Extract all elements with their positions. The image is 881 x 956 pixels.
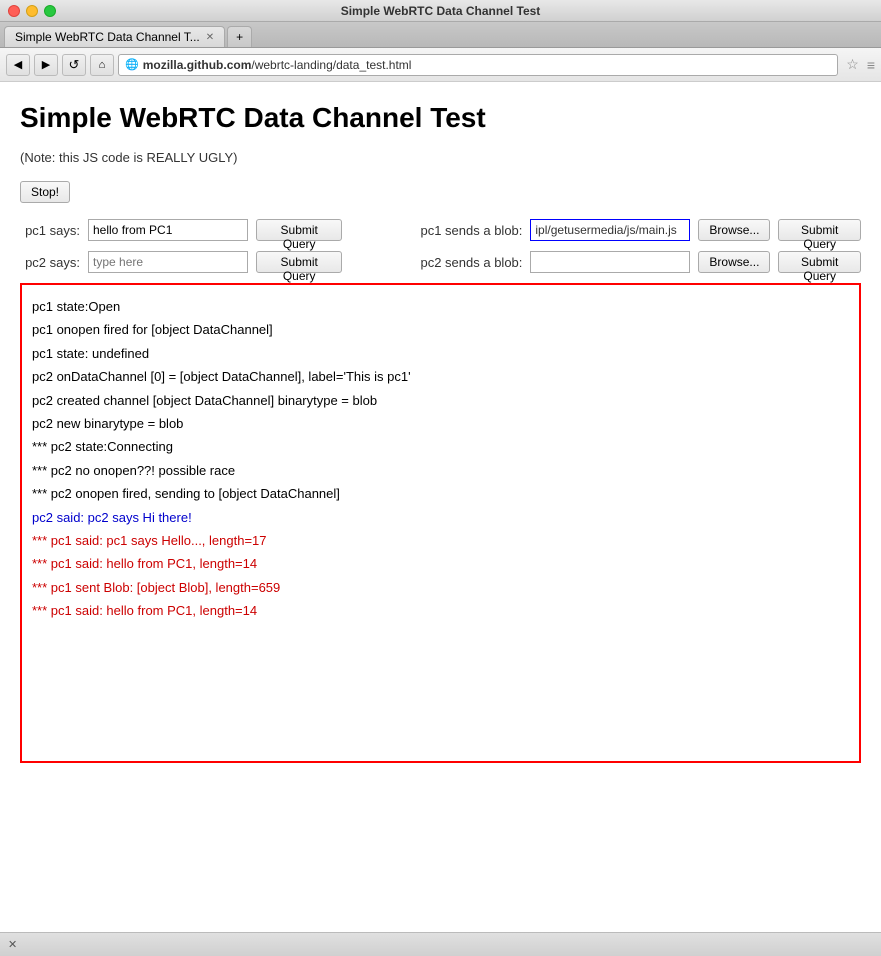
status-icon: ✕: [8, 938, 17, 951]
pc1-blob-group: pc1 sends a blob: Browse... Submit Query: [402, 219, 861, 241]
reload-button[interactable]: ↺: [62, 54, 86, 76]
forward-icon: ▶: [42, 58, 50, 71]
tab-bar: Simple WebRTC Data Channel T... ✕ +: [0, 22, 881, 48]
log-line: *** pc2 state:Connecting: [32, 435, 849, 458]
pc1-blob-submit-button[interactable]: Submit Query: [778, 219, 861, 241]
pc2-blob-browse-button[interactable]: Browse...: [698, 251, 770, 273]
pc1-blob-input[interactable]: [530, 219, 690, 241]
pc1-submit-button[interactable]: Submit Query: [256, 219, 342, 241]
log-line: pc1 state:Open: [32, 295, 849, 318]
log-line: pc2 onDataChannel [0] = [object DataChan…: [32, 365, 849, 388]
address-domain: mozilla.github.com: [143, 58, 252, 72]
new-tab-button[interactable]: +: [227, 26, 252, 47]
tab-close-icon[interactable]: ✕: [206, 32, 214, 43]
window-title: Simple WebRTC Data Channel Test: [341, 4, 541, 18]
pc1-label: pc1 says:: [20, 223, 80, 238]
minimize-button[interactable]: [26, 5, 38, 17]
log-line: *** pc2 no onopen??! possible race: [32, 459, 849, 482]
back-button[interactable]: ◀: [6, 54, 30, 76]
log-line: pc2 said: pc2 says Hi there!: [32, 506, 849, 529]
log-line: pc2 new binarytype = blob: [32, 412, 849, 435]
pc2-label: pc2 says:: [20, 255, 80, 270]
traffic-lights: [8, 5, 56, 17]
address-bar[interactable]: 🌐 mozilla.github.com/webrtc-landing/data…: [118, 54, 838, 76]
title-bar: Simple WebRTC Data Channel Test: [0, 0, 881, 22]
bookmark-icon[interactable]: ☆: [846, 56, 859, 73]
address-path: /webrtc-landing/data_test.html: [251, 58, 411, 72]
pc2-blob-label: pc2 sends a blob:: [402, 255, 522, 270]
status-bar: ✕: [0, 932, 881, 956]
stop-button[interactable]: Stop!: [20, 181, 70, 203]
log-line: *** pc1 said: hello from PC1, length=14: [32, 599, 849, 622]
page-icon: 🌐: [125, 58, 139, 71]
maximize-button[interactable]: [44, 5, 56, 17]
log-line: pc2 created channel [object DataChannel]…: [32, 389, 849, 412]
log-area: pc1 state:Openpc1 onopen fired for [obje…: [20, 283, 861, 763]
address-url: mozilla.github.com/webrtc-landing/data_t…: [143, 58, 412, 72]
page-title: Simple WebRTC Data Channel Test: [20, 102, 861, 134]
log-line: *** pc2 onopen fired, sending to [object…: [32, 482, 849, 505]
home-button[interactable]: ⌂: [90, 54, 114, 76]
pc1-says-group: pc1 says: Submit Query: [20, 219, 342, 241]
active-tab[interactable]: Simple WebRTC Data Channel T... ✕: [4, 26, 225, 47]
tab-label: Simple WebRTC Data Channel T...: [15, 30, 200, 44]
pc2-blob-input[interactable]: [530, 251, 690, 273]
page-content: Simple WebRTC Data Channel Test (Note: t…: [0, 82, 881, 932]
back-icon: ◀: [14, 58, 22, 71]
log-line: pc1 state: undefined: [32, 342, 849, 365]
reload-icon: ↺: [69, 57, 80, 73]
log-line: pc1 onopen fired for [object DataChannel…: [32, 318, 849, 341]
pc2-form-section: pc2 says: Submit Query pc2 sends a blob:…: [20, 251, 861, 273]
page-note: (Note: this JS code is REALLY UGLY): [20, 150, 861, 165]
pc2-says-group: pc2 says: Submit Query: [20, 251, 342, 273]
pc2-input[interactable]: [88, 251, 248, 273]
pc1-blob-browse-button[interactable]: Browse...: [698, 219, 770, 241]
forward-button[interactable]: ▶: [34, 54, 58, 76]
pc2-submit-button[interactable]: Submit Query: [256, 251, 342, 273]
pc1-blob-label: pc1 sends a blob:: [402, 223, 522, 238]
pc1-input[interactable]: [88, 219, 248, 241]
pc2-blob-submit-button[interactable]: Submit Query: [778, 251, 861, 273]
menu-icon[interactable]: ≡: [867, 57, 875, 73]
log-line: *** pc1 said: pc1 says Hello..., length=…: [32, 529, 849, 552]
close-button[interactable]: [8, 5, 20, 17]
log-line: *** pc1 said: hello from PC1, length=14: [32, 552, 849, 575]
log-line: *** pc1 sent Blob: [object Blob], length…: [32, 576, 849, 599]
pc1-form-section: pc1 says: Submit Query pc1 sends a blob:…: [20, 219, 861, 241]
nav-bar: ◀ ▶ ↺ ⌂ 🌐 mozilla.github.com/webrtc-land…: [0, 48, 881, 82]
home-icon: ⌂: [99, 59, 106, 71]
pc2-blob-group: pc2 sends a blob: Browse... Submit Query: [402, 251, 861, 273]
